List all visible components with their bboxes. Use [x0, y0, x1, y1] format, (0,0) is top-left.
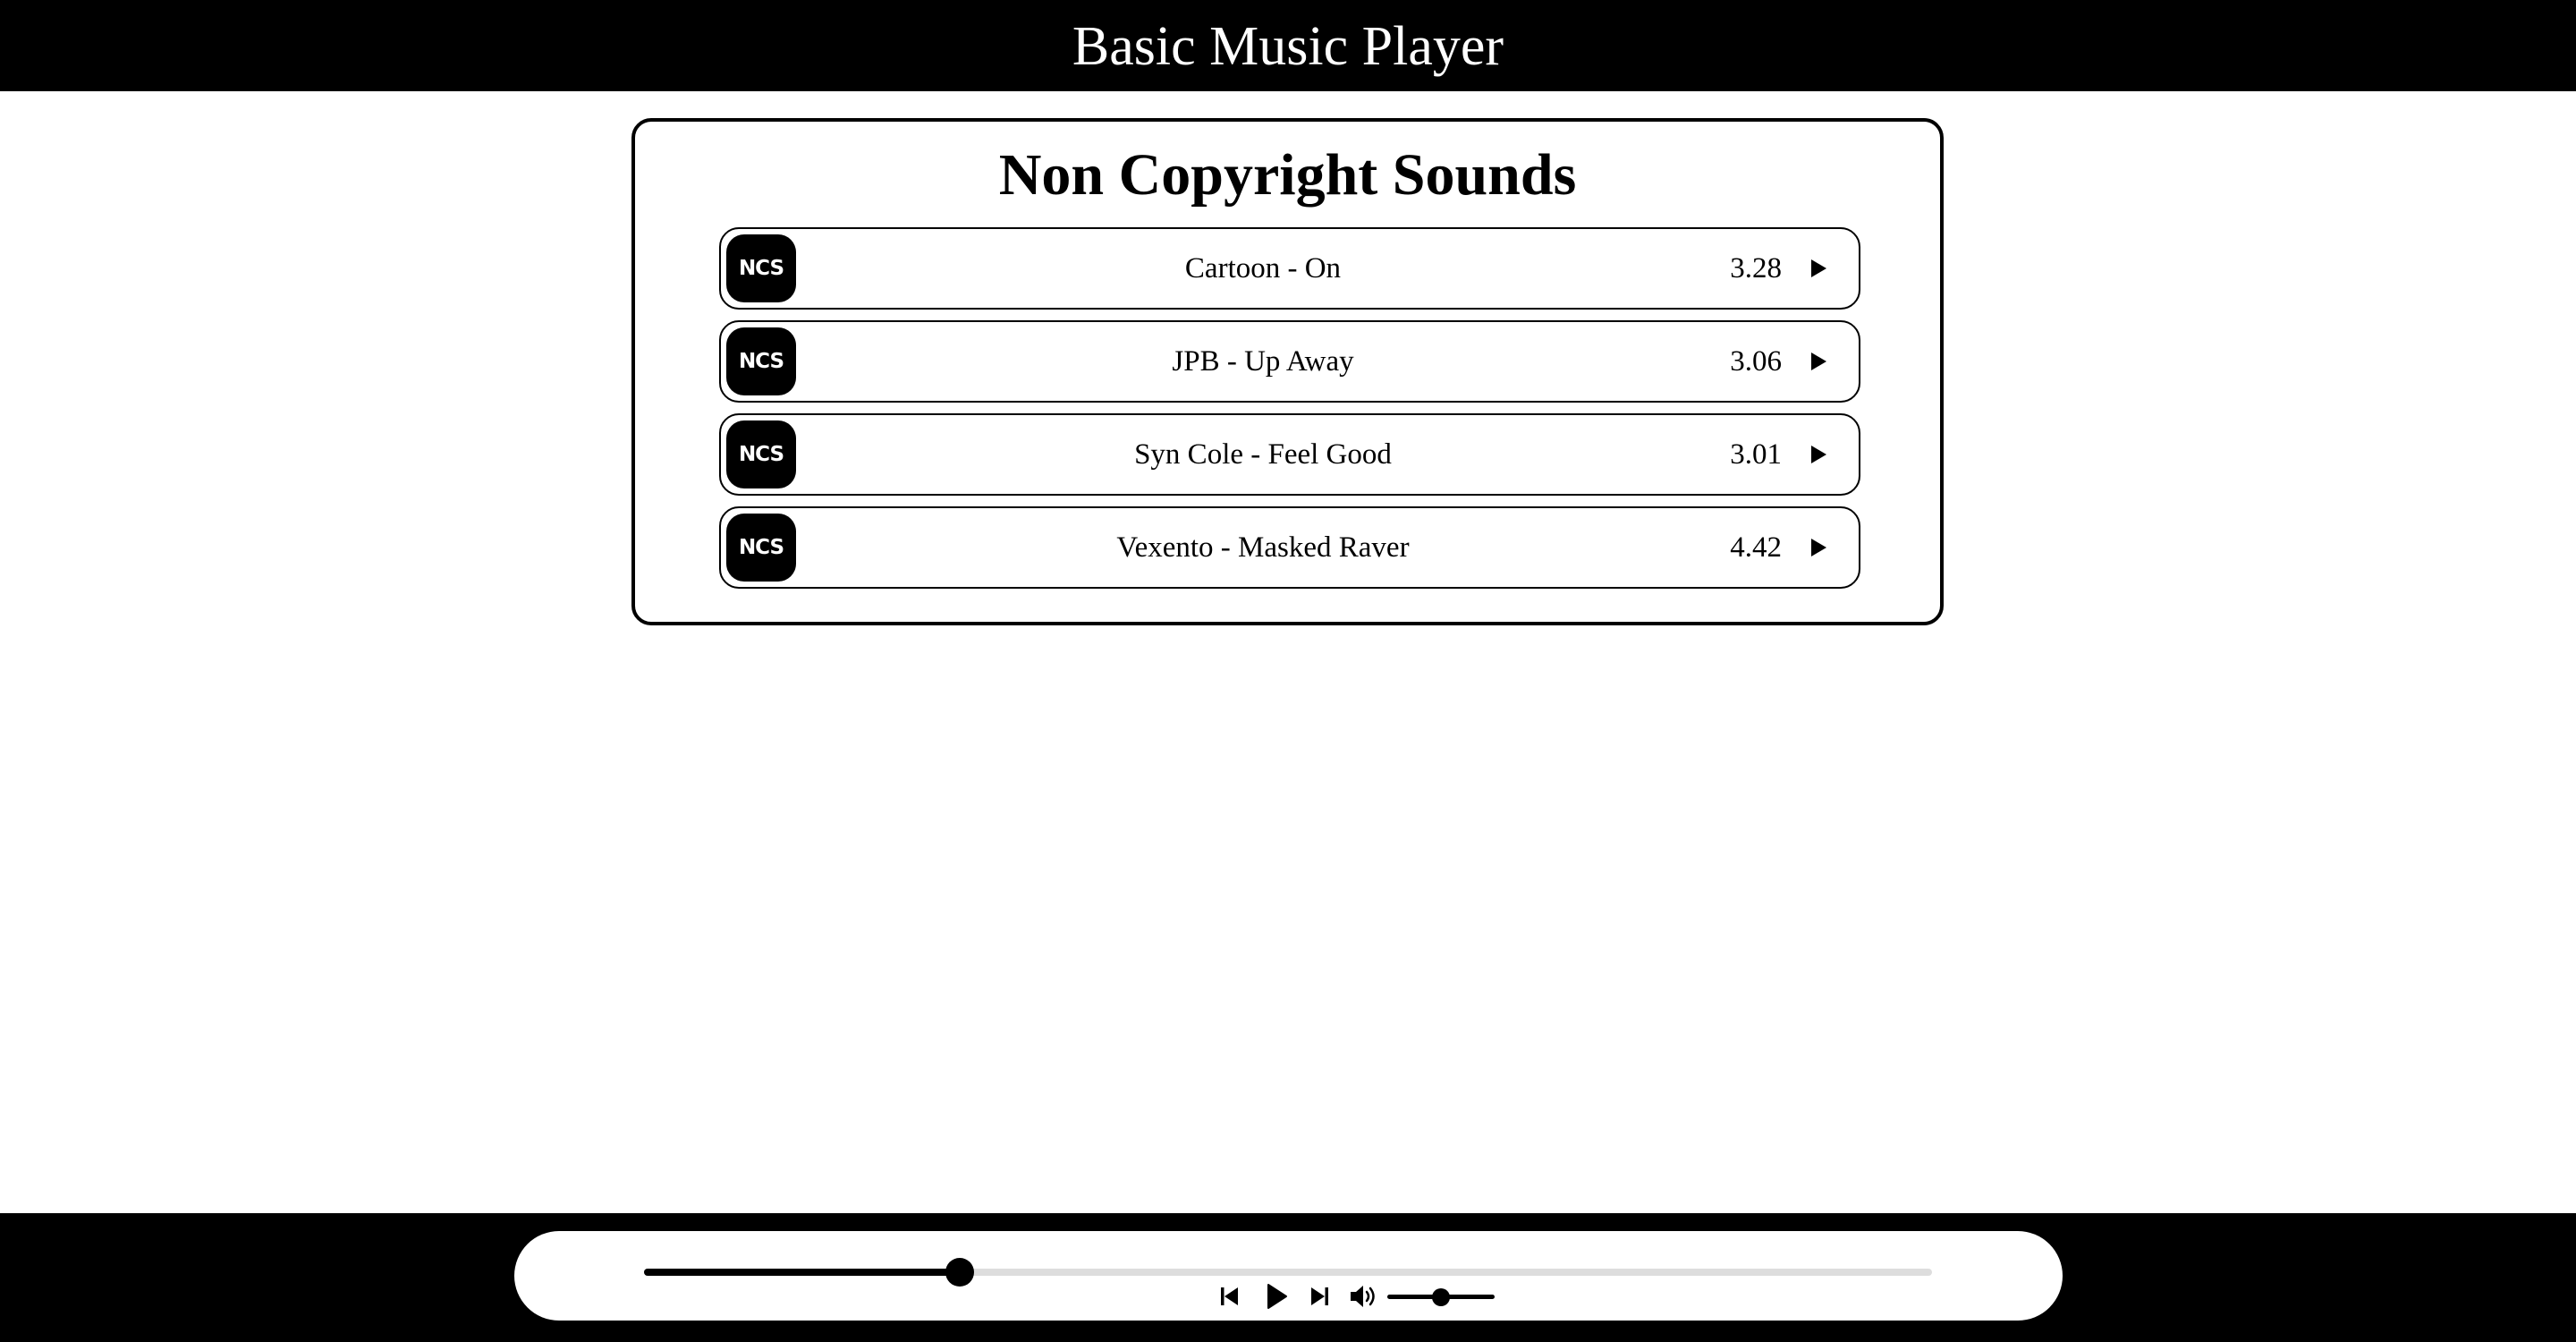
next-icon[interactable]: [1305, 1282, 1334, 1311]
volume-icon[interactable]: [1348, 1282, 1377, 1311]
volume-thumb[interactable]: [1432, 1288, 1450, 1306]
play-icon[interactable]: [1809, 352, 1828, 371]
track-name: Vexento - Masked Raver: [1116, 531, 1410, 564]
playlist-card: Non Copyright Sounds NCS Cartoon - On 3.…: [631, 118, 1944, 625]
player-bar: [0, 1213, 2576, 1342]
track-row[interactable]: NCS JPB - Up Away 3.06: [719, 320, 1860, 403]
ncs-logo: NCS: [726, 514, 796, 582]
progress-slider[interactable]: [644, 1258, 1932, 1287]
track-duration: 3.06: [1730, 344, 1782, 378]
track-row[interactable]: NCS Syn Cole - Feel Good 3.01: [719, 413, 1860, 496]
track-row[interactable]: NCS Vexento - Masked Raver 4.42: [719, 506, 1860, 589]
track-duration: 4.42: [1730, 531, 1782, 564]
previous-icon[interactable]: [1216, 1282, 1244, 1311]
track-duration: 3.01: [1730, 437, 1782, 471]
app-header: Basic Music Player: [0, 0, 2576, 91]
play-icon[interactable]: [1809, 445, 1828, 464]
ncs-logo: NCS: [726, 234, 796, 302]
play-icon[interactable]: [1809, 259, 1828, 278]
track-name: Cartoon - On: [1184, 251, 1342, 285]
play-icon[interactable]: [1809, 538, 1828, 557]
ncs-logo: NCS: [726, 420, 796, 488]
playlist-title: Non Copyright Sounds: [998, 142, 1577, 208]
player-controls: [514, 1282, 2063, 1311]
track-duration: 3.28: [1730, 251, 1782, 285]
progress-fill: [644, 1269, 960, 1276]
track-name: JPB - Up Away: [1172, 344, 1354, 378]
track-name: Syn Cole - Feel Good: [1134, 437, 1392, 471]
ncs-logo: NCS: [726, 327, 796, 395]
track-row[interactable]: NCS Cartoon - On 3.28: [719, 227, 1860, 310]
volume-slider[interactable]: [1387, 1288, 1495, 1306]
app-title: Basic Music Player: [1072, 16, 1504, 77]
play-icon[interactable]: [1262, 1282, 1291, 1311]
player-panel: [514, 1231, 2063, 1321]
